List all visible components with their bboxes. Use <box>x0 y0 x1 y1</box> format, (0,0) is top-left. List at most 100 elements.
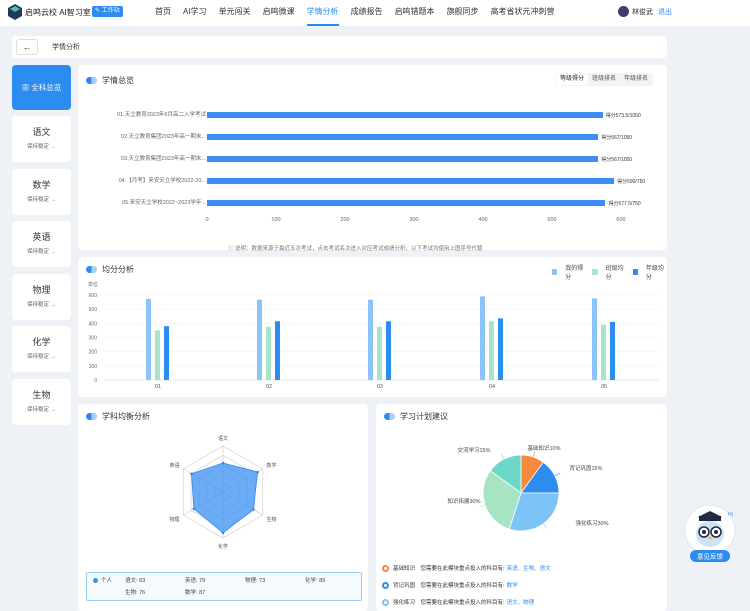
nav-item[interactable]: 单元闯关 <box>219 0 251 26</box>
subject-score: 物理: 73 <box>245 578 266 584</box>
score-bar[interactable] <box>207 178 615 184</box>
avatar <box>618 6 629 17</box>
radar-axis-label: 英语 <box>169 462 179 469</box>
subject-status: 保持稳定 → <box>26 406 57 413</box>
exam-label[interactable]: 05.来安天立学校2022~2023学年... <box>86 198 206 206</box>
exam-label[interactable]: 02.天立教育集团2023年高一期末... <box>86 132 206 140</box>
subject-status: 保持稳定 → <box>26 196 57 203</box>
nav-item[interactable]: 启鸣错题本 <box>395 0 435 26</box>
sidebar-item-subject[interactable]: 英语 保持稳定 → <box>12 221 71 267</box>
x-tick-label: 0 <box>205 217 209 223</box>
score-bar[interactable] <box>207 156 599 162</box>
ring-icon <box>382 598 389 606</box>
nav-item[interactable]: 学情分析 <box>306 0 339 26</box>
nav-item[interactable]: AI学习 <box>183 0 207 26</box>
user-menu[interactable]: 林俊武 退出 <box>618 6 672 17</box>
subject-score: 化学: 89 <box>305 578 326 584</box>
nav-item[interactable]: 首页 <box>155 0 171 26</box>
radar-axis-label: 数学 <box>266 462 276 469</box>
nav-item[interactable]: 高考省状元冲刺营 <box>491 0 555 26</box>
y-tick-label: 200 <box>89 350 98 356</box>
balance-card: 学科均衡分析 语文 数学 生物 化学 物理 英语 个人 语文: 63 英语: 79 物理: 7… <box>78 404 368 611</box>
radar-point <box>192 507 196 511</box>
x-tick-label: 200 <box>340 217 350 223</box>
avg-bar[interactable] <box>480 296 485 380</box>
radar-axis-label: 物理 <box>169 516 179 523</box>
recommended-subjects[interactable]: 数学 <box>507 581 518 589</box>
overview-note: ⓘ 说明：数据来源于最近五次考试，点击考试名次进入对应考试成绩分析，以下考试均使… <box>228 246 483 252</box>
feedback-widget[interactable]: 意见反馈 Hi <box>684 502 736 564</box>
sidebar-item-subject[interactable]: 生物保持稳定 → <box>12 378 71 425</box>
avg-bar[interactable] <box>257 299 262 380</box>
overview-card: 学情总览 等级得分 班级排名 年级排名 ⓘ 说明：数据来源于最近五次考试，点击考试名… <box>78 65 667 252</box>
score-tabs: 等级得分 班级排名 年级排名 <box>555 73 654 86</box>
x-tick-label: 300 <box>409 217 419 223</box>
sidebar-item-subject[interactable]: 语文 保持稳定 → <box>12 116 71 162</box>
sidebar-item-subject[interactable]: 数学 保持稳定 → <box>12 168 71 215</box>
sidebar-item-overview[interactable]: ▦ 全科总览 <box>12 65 71 110</box>
subject-name: 化学 <box>32 337 51 347</box>
pie-chart: 基础知识10% 背记巩固15% 强化练习30% 知识拓展30% 交流学习15% <box>447 444 609 532</box>
avg-bar[interactable] <box>601 324 606 380</box>
sidebar-item-subject[interactable]: 化学 保持稳定 → <box>12 326 71 372</box>
score-tab[interactable]: 年级排名 <box>620 74 652 85</box>
radar-point <box>190 472 193 476</box>
score-bar[interactable] <box>207 200 606 206</box>
workstation-tag[interactable]: ✎ 工作站 <box>92 6 123 17</box>
y-tick-label: 600 <box>89 293 98 299</box>
logout-link[interactable]: 退出 <box>658 7 672 17</box>
recommended-subjects[interactable]: 英语、生物、语文 <box>507 564 551 572</box>
ring-icon <box>382 564 389 572</box>
nav-item[interactable]: 旗舰同步 <box>447 0 479 26</box>
x-tick-label: 05 <box>601 384 607 390</box>
grid-icon: ▦ <box>21 83 32 92</box>
pie-label: 基础知识10% <box>527 444 560 452</box>
recommended-subjects[interactable]: 语文、物理 <box>507 598 535 606</box>
feedback-badge: Hi <box>728 512 733 518</box>
score-value: 得分577.5/750 <box>608 200 641 207</box>
avg-bar[interactable] <box>266 326 271 380</box>
pie-label: 背记巩固15% <box>569 464 602 472</box>
pie-label: 强化练习30% <box>575 519 608 527</box>
subject-status: 保持稳定 → <box>26 301 57 308</box>
nav-item[interactable]: 成绩报告 <box>351 0 383 26</box>
pie-label: 知识拓展30% <box>447 497 480 505</box>
radar-chart: 语文数学生物化学 物理 英语 <box>169 435 276 550</box>
subject-name: 生物 <box>32 389 51 400</box>
avg-bar[interactable] <box>146 298 151 380</box>
avg-bar[interactable] <box>377 326 382 380</box>
exam-label[interactable]: 03.天立教育集团2023年高一期末... <box>86 154 206 162</box>
brand-name: 启鸣云校 AI智习室 <box>25 8 91 17</box>
avg-bar[interactable] <box>386 321 391 380</box>
score-bar[interactable] <box>207 134 599 140</box>
avg-bar[interactable] <box>489 321 494 380</box>
x-tick-label: 01 <box>155 384 161 390</box>
sidebar-item-subject[interactable]: 物理 保持稳定 → <box>12 273 71 320</box>
personal-label: 个人 <box>101 578 113 584</box>
exam-label[interactable]: 01.天立教育2023年9月高二入学考试 <box>86 110 206 118</box>
score-bar[interactable] <box>207 112 603 118</box>
avg-bar[interactable] <box>610 321 615 380</box>
back-button[interactable]: ← <box>16 39 38 55</box>
avg-bar[interactable] <box>368 299 373 380</box>
avg-bar[interactable] <box>164 326 169 380</box>
avg-bar[interactable] <box>155 330 160 380</box>
nav-item[interactable]: 启鸣微课 <box>263 0 295 26</box>
main-nav: 首页 AI学习 单元闯关 启鸣微课 学情分析 成绩报告 启鸣错题本 旗舰同步 高考省状元冲刺营 <box>155 0 567 26</box>
avg-bar[interactable] <box>592 298 597 380</box>
radar-point <box>221 461 225 465</box>
exam-label[interactable]: 04.【月考】来安天立学校2022-20... <box>86 176 206 184</box>
average-chart: 0 100 200 300 400 500 600 01 02 03 04 05 <box>89 293 658 390</box>
score-tab[interactable]: 等级得分 <box>556 74 589 85</box>
score-value: 得分567/1050 <box>601 134 633 141</box>
plan-recommendation: 基础知识 您需要在此模块重点投入的科目有: 英语、生物、语文 <box>382 564 551 572</box>
avg-bar[interactable] <box>275 321 280 380</box>
score-tab[interactable]: 班级排名 <box>588 74 620 85</box>
score-value: 得分567/1050 <box>601 156 633 163</box>
subject-name: 英语 <box>32 232 51 242</box>
avg-bar[interactable] <box>498 318 503 380</box>
y-tick-label: 100 <box>89 364 98 370</box>
subject-score: 英语: 79 <box>185 578 206 584</box>
ring-icon <box>382 581 389 589</box>
arrow-right-icon: → <box>48 301 57 308</box>
